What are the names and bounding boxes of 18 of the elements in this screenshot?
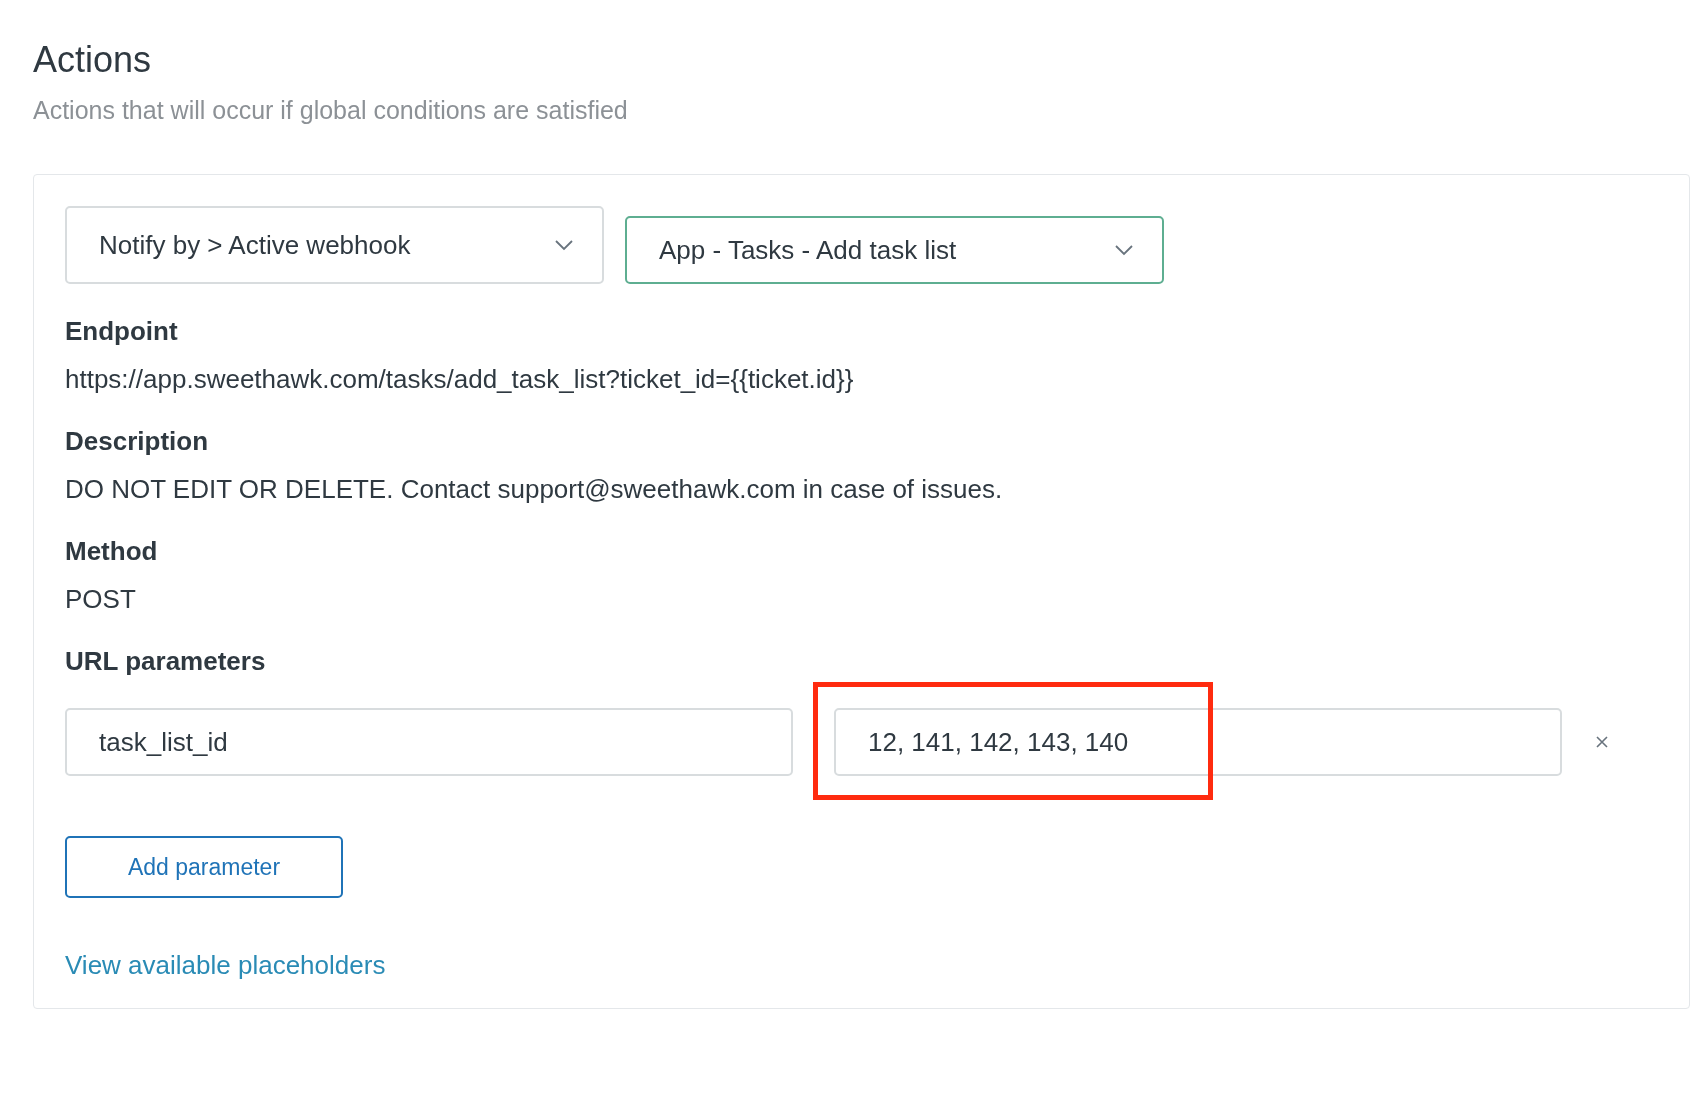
section-subtitle: Actions that will occur if global conditions are satisfied (33, 95, 629, 126)
chevron-down-icon (1114, 244, 1134, 256)
input-field[interactable]: task_list_id (65, 708, 793, 776)
dropdown[interactable]: App - Tasks - Add task list (625, 216, 1164, 284)
field-value: https://app.sweethawk.com/tasks/add_task_list?ticket_id={{ticket.id}} (65, 363, 855, 396)
field-label: Method (65, 535, 159, 568)
field-label: Endpoint (65, 315, 179, 348)
placeholders-link[interactable]: View available placeholders (65, 950, 386, 981)
field-label: URL parameters (65, 645, 267, 678)
field-value: POST (65, 583, 137, 616)
field-value: DO NOT EDIT OR DELETE. Contact support@sweethawk.com in case of issues. (65, 473, 1004, 506)
input-field[interactable]: 12, 141, 142, 143, 140 (834, 708, 1562, 776)
section-title: Actions (33, 38, 153, 82)
close-icon[interactable] (1595, 735, 1609, 749)
dropdown[interactable]: Notify by > Active webhook (65, 206, 604, 284)
chevron-down-icon (554, 239, 574, 251)
add-parameter-button[interactable]: Add parameter (65, 836, 343, 898)
field-label: Description (65, 425, 210, 458)
